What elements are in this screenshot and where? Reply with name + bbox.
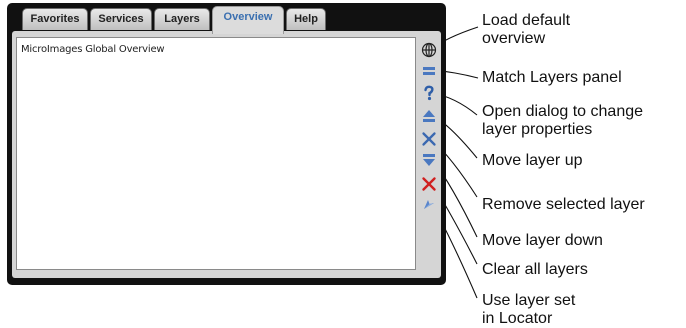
move-down-icon[interactable] <box>421 152 437 168</box>
tab-content-area: MicroImages Global Overview <box>12 31 441 278</box>
globe-icon[interactable] <box>421 42 437 58</box>
match-layers-icon[interactable] <box>421 63 437 79</box>
callout-line: layer properties <box>482 121 593 138</box>
tab-favorites[interactable]: Favorites <box>22 8 88 30</box>
tab-services[interactable]: Services <box>90 8 152 30</box>
callout-remove-selected: Remove selected layer <box>482 196 645 214</box>
callout-line: Match Layers panel <box>482 69 622 86</box>
callout-open-dialog: Open dialog to change layer properties <box>482 103 643 139</box>
callout-line: Clear all layers <box>482 261 588 278</box>
remove-layer-icon[interactable] <box>421 131 437 147</box>
callout-clear-all: Clear all layers <box>482 261 588 279</box>
question-icon[interactable] <box>421 85 437 101</box>
callout-line: Open dialog to change <box>482 103 644 120</box>
callout-line: Load default <box>482 12 571 29</box>
list-item[interactable]: MicroImages Global Overview <box>21 44 165 55</box>
callout-line: Remove selected layer <box>482 196 645 213</box>
clear-all-icon[interactable] <box>421 176 437 192</box>
callout-line: Move layer up <box>482 152 583 169</box>
overview-layer-list[interactable]: MicroImages Global Overview <box>16 37 416 270</box>
callout-move-up: Move layer up <box>482 152 583 170</box>
callout-use-layer-set: Use layer set in Locator <box>482 292 575 328</box>
callout-move-down: Move layer down <box>482 232 603 250</box>
callout-load-default: Load default overview <box>482 12 570 48</box>
callout-line: in Locator <box>482 310 553 327</box>
tab-help[interactable]: Help <box>286 8 326 30</box>
callout-match-layers: Match Layers panel <box>482 69 622 87</box>
move-up-icon[interactable] <box>421 108 437 124</box>
callout-line: Move layer down <box>482 232 603 249</box>
tab-layers[interactable]: Layers <box>154 8 210 30</box>
overview-panel: Favorites Services Layers Overview Help … <box>7 3 446 285</box>
tab-overview[interactable]: Overview <box>212 6 284 34</box>
callout-line: overview <box>482 30 546 47</box>
use-layer-set-icon[interactable] <box>421 196 437 212</box>
callout-line: Use layer set <box>482 292 576 309</box>
